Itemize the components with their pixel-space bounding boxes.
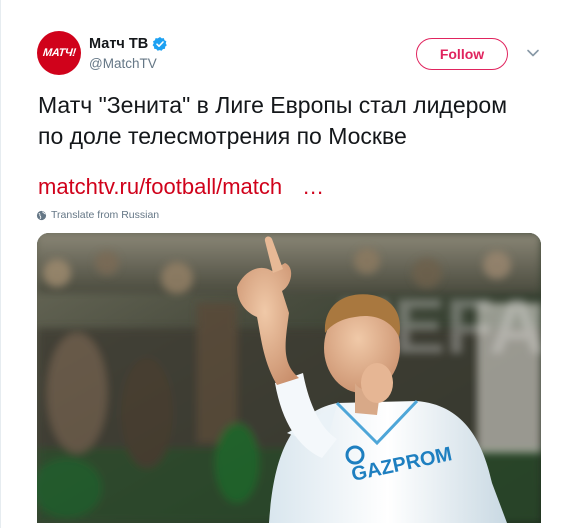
user-name-row[interactable]: Матч ТВ [89, 34, 168, 54]
tweet-text: Матч "Зенита" в Лиге Европы стал лидером… [38, 92, 508, 149]
display-name[interactable]: Матч ТВ [89, 36, 148, 52]
verified-badge-icon [152, 36, 168, 52]
translate-link[interactable]: Translate from Russian [36, 209, 159, 221]
tweet-link[interactable]: matchtv.ru/football/match … [38, 174, 324, 200]
follow-button[interactable]: Follow [416, 38, 508, 70]
translate-label[interactable]: Translate from Russian [51, 209, 159, 221]
globe-icon [36, 210, 47, 220]
tweet-card: МАТЧ! Матч ТВ @MatchTV Follow Матч "Зени… [0, 0, 572, 528]
chevron-down-icon[interactable] [524, 44, 542, 62]
user-handle[interactable]: @MatchTV [89, 56, 157, 71]
avatar-logo-text: МАТЧ! [42, 47, 76, 59]
tweet-media-photo[interactable]: UEFA GAZPROM [37, 233, 541, 523]
football-player-photo: UEFA GAZPROM [37, 233, 541, 523]
avatar[interactable]: МАТЧ! [37, 31, 81, 75]
tweet-link-text[interactable]: matchtv.ru/football/match [38, 174, 282, 199]
tweet-link-ellipsis[interactable]: … [302, 174, 324, 199]
